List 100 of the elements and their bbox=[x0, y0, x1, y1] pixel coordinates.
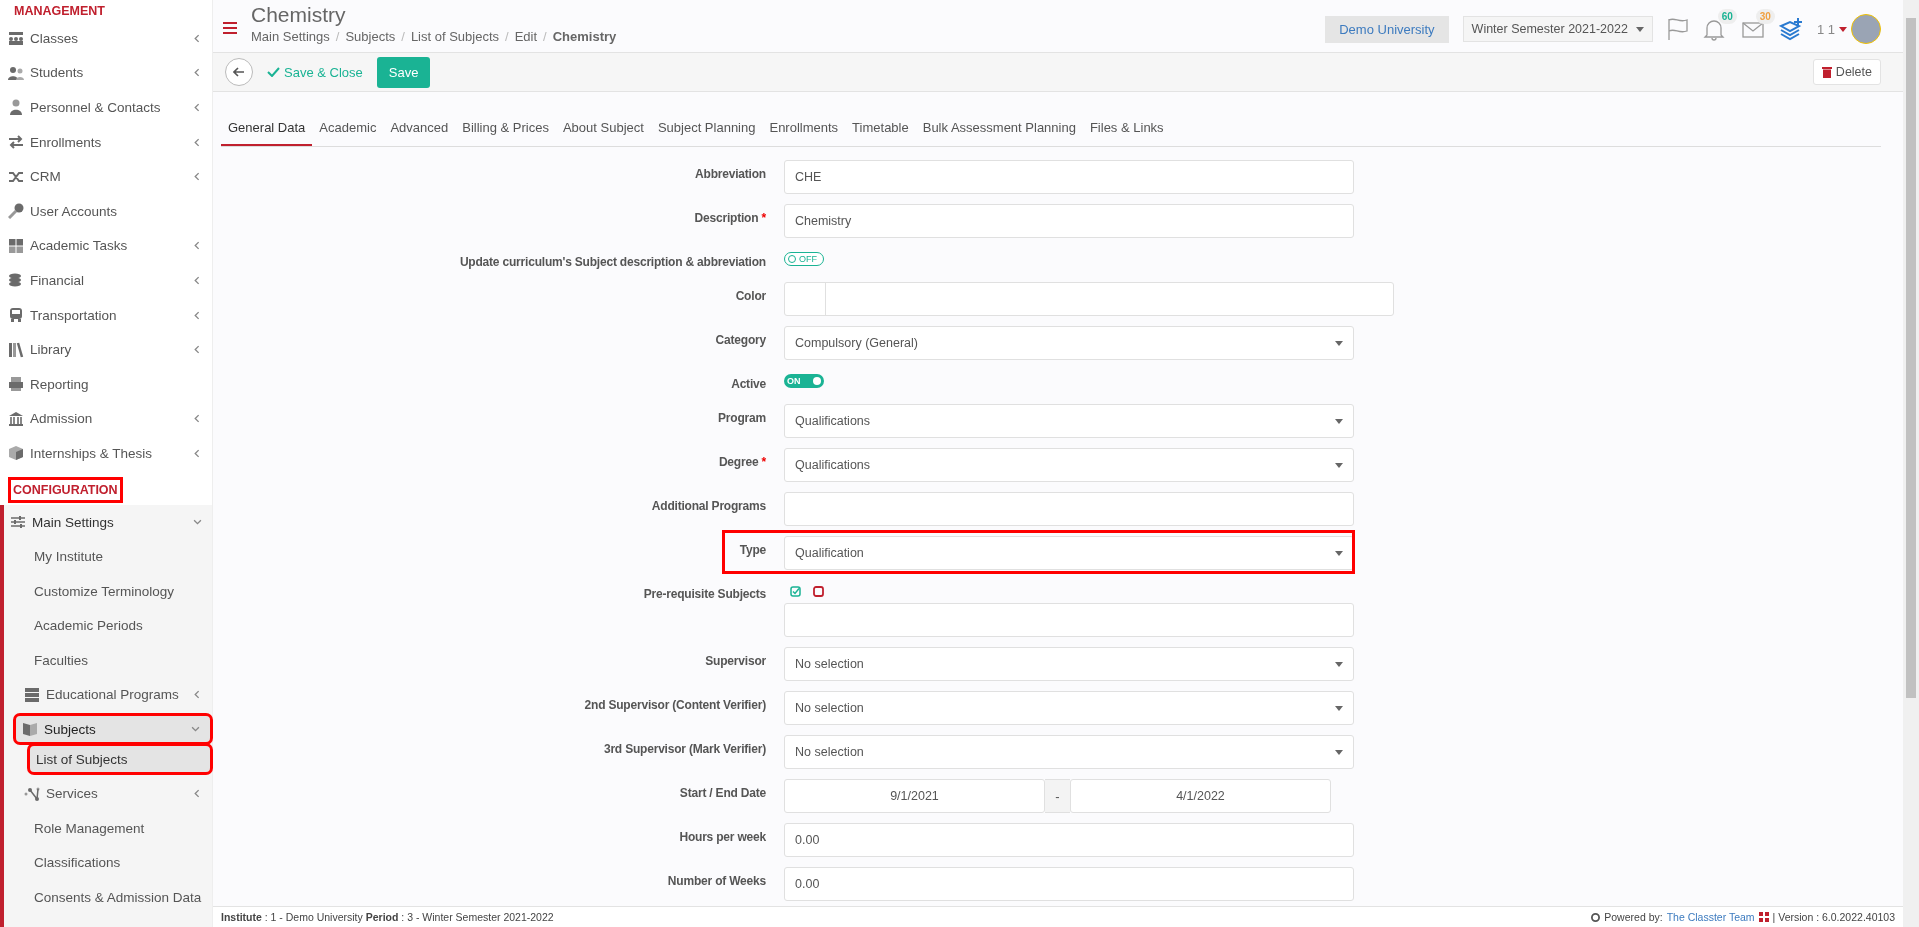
delete-button[interactable]: Delete bbox=[1812, 59, 1881, 85]
field-label: Pre-requisite Subjects bbox=[642, 586, 766, 601]
multi-select-field[interactable] bbox=[784, 603, 1354, 637]
date-field[interactable]: 4/1/2022 bbox=[1070, 779, 1331, 813]
back-button[interactable] bbox=[225, 58, 253, 86]
multi-select-field[interactable] bbox=[784, 492, 1354, 526]
logo-icon bbox=[1758, 912, 1769, 922]
tab[interactable]: Billing & Prices bbox=[455, 112, 556, 146]
field-label: Degree * bbox=[717, 454, 766, 469]
sidebar-item[interactable]: Consents & Admission Data bbox=[4, 880, 212, 915]
users-icon bbox=[8, 64, 24, 81]
tab[interactable]: General Data bbox=[221, 112, 313, 146]
caret-icon bbox=[1335, 661, 1343, 667]
select-field[interactable]: No selection bbox=[784, 647, 1354, 681]
sidebar-item[interactable]: Subjects bbox=[16, 716, 210, 743]
team-link[interactable]: The Classter Team bbox=[1666, 911, 1755, 923]
sidebar-item[interactable]: My Institute bbox=[4, 539, 212, 574]
trash-icon bbox=[1821, 66, 1832, 78]
breadcrumb-separator: / bbox=[543, 29, 547, 44]
tab[interactable]: Timetable bbox=[845, 112, 916, 146]
breadcrumb-item[interactable]: List of Subjects bbox=[410, 29, 500, 44]
field-label: Hours per week bbox=[678, 829, 766, 844]
tab[interactable]: Enrollments bbox=[762, 112, 846, 146]
institution-button[interactable]: Demo University bbox=[1325, 15, 1449, 43]
sidebar-item[interactable]: List of Subjects bbox=[30, 746, 210, 773]
field-label: Number of Weeks bbox=[666, 873, 766, 888]
books-icon bbox=[8, 341, 24, 358]
field-label: Additional Programs bbox=[650, 498, 766, 513]
field-label: Type bbox=[738, 542, 766, 557]
sidebar-item[interactable]: Reporting bbox=[0, 366, 212, 402]
caret-icon bbox=[1335, 418, 1343, 424]
tab[interactable]: Advanced bbox=[383, 112, 456, 146]
text-field[interactable]: CHE bbox=[784, 160, 1354, 194]
sliders-icon bbox=[10, 514, 26, 530]
sidebar-item[interactable]: Personnel & Contacts bbox=[0, 90, 212, 125]
checked-box-icon[interactable] bbox=[790, 586, 801, 597]
avatar[interactable] bbox=[1851, 14, 1881, 44]
period-dropdown[interactable]: Winter Semester 2021-2022 bbox=[1462, 16, 1653, 42]
flag-icon[interactable] bbox=[1666, 17, 1689, 41]
scrollbar[interactable] bbox=[1903, 0, 1919, 927]
tab[interactable]: Subject Planning bbox=[650, 112, 763, 146]
color-field[interactable] bbox=[784, 282, 1394, 316]
tab[interactable]: Files & Links bbox=[1082, 112, 1171, 146]
layers-plus-icon[interactable] bbox=[1778, 17, 1803, 41]
breadcrumb-separator: / bbox=[505, 29, 509, 44]
classroom-icon bbox=[8, 30, 24, 47]
sidebar-item[interactable]: Customize Terminology bbox=[4, 573, 212, 609]
text-field[interactable]: Chemistry bbox=[784, 204, 1354, 238]
date-field[interactable]: 9/1/2021 bbox=[784, 779, 1045, 813]
key-icon bbox=[8, 203, 24, 220]
breadcrumb-item[interactable]: Subjects bbox=[345, 29, 396, 44]
sidebar-item[interactable]: Academic Tasks bbox=[0, 228, 212, 264]
field-label: Supervisor bbox=[704, 653, 766, 668]
caret-icon bbox=[1335, 550, 1343, 556]
select-field[interactable]: Qualification bbox=[784, 536, 1354, 570]
select-field[interactable]: Compulsory (General) bbox=[784, 326, 1354, 360]
breadcrumb-item[interactable]: Edit bbox=[514, 29, 538, 44]
tab[interactable]: Academic bbox=[312, 112, 384, 146]
select-field[interactable]: Qualifications bbox=[784, 448, 1354, 482]
text-field[interactable]: 0.00 bbox=[784, 823, 1354, 857]
select-field[interactable]: No selection bbox=[784, 691, 1354, 725]
sidebar-item[interactable]: Classifications bbox=[4, 845, 212, 881]
sidebar-item[interactable]: Main Settings bbox=[4, 504, 212, 540]
nodes-icon bbox=[24, 785, 40, 802]
sidebar-item[interactable]: Financial bbox=[0, 263, 212, 298]
caret-icon bbox=[1335, 705, 1343, 711]
field-label: Abbreviation bbox=[694, 166, 766, 181]
select-field[interactable]: Qualifications bbox=[784, 404, 1354, 438]
empty-box-icon[interactable] bbox=[813, 586, 824, 597]
sidebar-item[interactable]: Educational Programs bbox=[4, 677, 212, 713]
sidebar-item[interactable]: Library bbox=[0, 332, 212, 367]
field-label: Program bbox=[717, 410, 766, 425]
date-separator: - bbox=[1045, 779, 1070, 813]
menu-icon[interactable] bbox=[223, 22, 237, 34]
building-icon bbox=[8, 410, 24, 427]
sidebar-item[interactable]: Admission bbox=[0, 401, 212, 437]
breadcrumb-item[interactable]: Main Settings bbox=[251, 29, 330, 44]
caret-icon bbox=[1335, 749, 1343, 755]
grid-icon bbox=[8, 237, 24, 254]
caret-icon bbox=[1839, 26, 1847, 32]
sidebar-item[interactable]: Faculties bbox=[4, 643, 212, 678]
coins-icon bbox=[8, 272, 24, 289]
field-label: Start / End Date bbox=[678, 785, 766, 800]
arrows-icon bbox=[8, 134, 24, 151]
text-field[interactable]: 0.00 bbox=[784, 867, 1354, 901]
sidebar-item[interactable]: Academic Periods bbox=[4, 608, 212, 644]
sidebar-item[interactable]: Enrollments bbox=[0, 124, 212, 160]
tab[interactable]: About Subject bbox=[555, 112, 651, 146]
sidebar-item[interactable]: Classes bbox=[0, 21, 212, 56]
sidebar-item[interactable]: Students bbox=[0, 55, 212, 91]
server-icon bbox=[24, 687, 40, 703]
tab[interactable]: Bulk Assessment Planning bbox=[915, 112, 1083, 146]
sidebar-item[interactable]: User Accounts bbox=[0, 193, 212, 229]
sidebar-item[interactable]: Services bbox=[4, 776, 212, 811]
check-icon bbox=[267, 67, 280, 77]
sidebar-item[interactable]: Transportation bbox=[0, 297, 212, 333]
select-field[interactable]: No selection bbox=[784, 735, 1354, 769]
sidebar-item[interactable]: CRM bbox=[0, 159, 212, 194]
sidebar-item[interactable]: Internships & Thesis bbox=[0, 436, 212, 471]
sidebar-item[interactable]: Role Management bbox=[4, 810, 212, 846]
